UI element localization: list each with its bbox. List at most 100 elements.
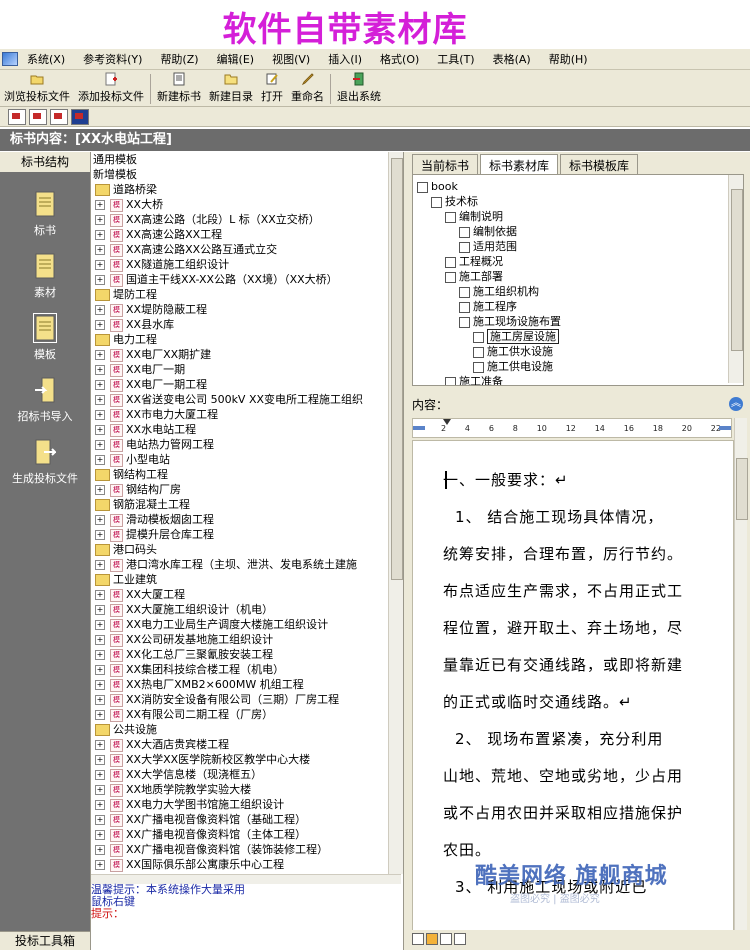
tree-item[interactable]: + 模 XX热电厂XMB2×600MW 机组工程 (91, 677, 401, 692)
material-tree-node[interactable]: 适用范围 (417, 239, 743, 254)
tree-item[interactable]: + 模 XX有限公司二期工程（厂房） (91, 707, 401, 722)
menu-item-help-z[interactable]: 帮助(Z) (151, 51, 207, 67)
material-tree-node[interactable]: 施工房屋设施 (417, 329, 743, 344)
menu-item-format[interactable]: 格式(O) (371, 51, 428, 67)
tree-item[interactable]: + 模 XX地质学院教学实验大楼 (91, 782, 401, 797)
tree-item[interactable]: + 模钢结构厂房 (91, 482, 401, 497)
expand-icon[interactable]: + (95, 395, 105, 405)
tree-folder[interactable]: 钢筋混凝土工程 (91, 497, 401, 512)
expand-icon[interactable]: + (95, 665, 105, 675)
tree-item[interactable]: + 模 XX堤防隐蔽工程 (91, 302, 401, 317)
nav-item-bid[interactable]: 标书 (0, 190, 90, 238)
tree-item[interactable]: + 模 XX大学信息楼（现浇框五） (91, 767, 401, 782)
view-page-icon[interactable] (426, 933, 438, 945)
material-tree-node[interactable]: 编制说明 (417, 209, 743, 224)
expand-icon[interactable]: + (95, 740, 105, 750)
tree-item[interactable]: + 模 XX广播电视音像资料馆（基础工程） (91, 812, 401, 827)
material-tree-node[interactable]: 工程概况 (417, 254, 743, 269)
expand-icon[interactable]: + (95, 770, 105, 780)
new-directory-button[interactable]: 新建目录 (205, 70, 257, 106)
expand-icon[interactable]: + (95, 365, 105, 375)
expand-icon[interactable]: + (95, 245, 105, 255)
expand-icon[interactable]: + (95, 560, 105, 570)
dropdown-icon[interactable] (71, 108, 89, 125)
expand-icon[interactable]: + (95, 680, 105, 690)
pdf-icon[interactable] (8, 108, 26, 125)
expand-icon[interactable]: + (95, 635, 105, 645)
tab-current-bid[interactable]: 当前标书 (412, 154, 479, 176)
expand-icon[interactable]: + (95, 380, 105, 390)
tree-item[interactable]: + 模提模升层仓库工程 (91, 527, 401, 542)
expand-icon[interactable]: + (95, 590, 105, 600)
expand-icon[interactable]: + (95, 860, 105, 870)
material-tree-node[interactable]: 施工部署 (417, 269, 743, 284)
expand-icon[interactable]: + (95, 215, 105, 225)
tree-item[interactable]: + 模 XX县水库 (91, 317, 401, 332)
tree-item[interactable]: + 模 XX高速公路XX公路互通式立交 (91, 242, 401, 257)
tree-item[interactable]: + 模 XX大厦工程 (91, 587, 401, 602)
menu-item-tools[interactable]: 工具(T) (428, 51, 483, 67)
tree-folder[interactable]: 港口码头 (91, 542, 401, 557)
expand-icon[interactable]: + (95, 605, 105, 615)
menu-item-edit[interactable]: 编辑(E) (208, 51, 264, 67)
tree-item[interactable]: + 模 XX集团科技综合楼工程（机电） (91, 662, 401, 677)
tree-item[interactable]: + 模 XX省送变电公司 500kV XX变电所工程施工组织 (91, 392, 401, 407)
material-tree-node[interactable]: 施工组织机构 (417, 284, 743, 299)
expand-icon[interactable]: + (95, 350, 105, 360)
tree-folder[interactable]: 电力工程 (91, 332, 401, 347)
tree-item[interactable]: + 模滑动模板烟囱工程 (91, 512, 401, 527)
expand-icon[interactable]: + (95, 305, 105, 315)
open-button[interactable]: 打开 (257, 70, 287, 106)
expand-icon[interactable]: + (95, 620, 105, 630)
expand-icon[interactable]: + (95, 455, 105, 465)
tree-folder[interactable]: 钢结构工程 (91, 467, 401, 482)
editor-scrollbar[interactable] (734, 418, 748, 930)
tree-item[interactable]: + 模 XX电厂一期 (91, 362, 401, 377)
new-bid-button[interactable]: 新建标书 (153, 70, 205, 106)
view-normal-icon[interactable] (412, 933, 424, 945)
tree-item[interactable]: + 模 XX电力工业局生产调度大楼施工组织设计 (91, 617, 401, 632)
menu-item-insert[interactable]: 插入(I) (319, 51, 371, 67)
add-bid-file-button[interactable]: 添加投标文件 (74, 70, 148, 106)
tree-folder[interactable]: 道路桥梁 (91, 182, 401, 197)
expand-icon[interactable]: + (95, 815, 105, 825)
view-outline-icon[interactable] (440, 933, 452, 945)
material-tree-node[interactable]: 施工供电设施 (417, 359, 743, 374)
expand-icon[interactable]: + (95, 515, 105, 525)
tree-item[interactable]: + 模 XX隧道施工组织设计 (91, 257, 401, 272)
tree-item[interactable]: + 模 XX大酒店贵宾楼工程 (91, 737, 401, 752)
tree-item[interactable]: + 模国道主干线XX-XX公路（XX境）（XX大桥） (91, 272, 401, 287)
tree-item[interactable]: + 模 XX消防安全设备有限公司（三期）厂房工程 (91, 692, 401, 707)
material-tree-node[interactable]: 施工准备 (417, 374, 743, 385)
expand-icon[interactable]: + (95, 830, 105, 840)
menu-item-help-h[interactable]: 帮助(H) (540, 51, 597, 67)
tree-item[interactable]: + 模电站热力管网工程 (91, 437, 401, 452)
tree-item[interactable]: + 模 XX大桥 (91, 197, 401, 212)
material-tree-node[interactable]: 施工供水设施 (417, 344, 743, 359)
material-tree-node[interactable]: book (417, 179, 743, 194)
tree-item[interactable]: + 模 XX大厦施工组织设计（机电） (91, 602, 401, 617)
expand-icon[interactable]: + (95, 845, 105, 855)
tree-folder[interactable]: 公共设施 (91, 722, 401, 737)
expand-icon[interactable]: + (95, 755, 105, 765)
browse-bid-file-button[interactable]: 浏览投标文件 (0, 70, 74, 106)
nav-item-material[interactable]: 素材 (0, 252, 90, 300)
expand-icon[interactable]: + (95, 260, 105, 270)
tree-item[interactable]: + 模小型电站 (91, 452, 401, 467)
menu-item-view[interactable]: 视图(V) (263, 51, 319, 67)
material-tree-node[interactable]: 施工现场设施布置 (417, 314, 743, 329)
material-tree-scrollbar[interactable] (728, 175, 743, 383)
tree-item[interactable]: + 模 XX高速公路（北段）L 标（XX立交桥） (91, 212, 401, 227)
menu-item-table[interactable]: 表格(A) (484, 51, 540, 67)
export-icon[interactable] (29, 108, 47, 125)
tree-item[interactable]: + 模 XX化工总厂三聚氰胺安装工程 (91, 647, 401, 662)
tree-item[interactable]: + 模 XX电力大学图书馆施工组织设计 (91, 797, 401, 812)
expand-icon[interactable]: + (95, 485, 105, 495)
tree-item[interactable]: + 模 XX高速公路XX工程 (91, 227, 401, 242)
nav-item-import-tender[interactable]: 招标书导入 (0, 376, 90, 424)
expand-icon[interactable]: + (95, 650, 105, 660)
menu-item-system[interactable]: 系统(X) (18, 51, 74, 67)
expand-icon[interactable]: + (95, 275, 105, 285)
tree-item[interactable]: + 模港口湾水库工程（主坝、泄洪、发电系统土建施 (91, 557, 401, 572)
collapse-up-icon[interactable]: ︽ (729, 397, 743, 411)
